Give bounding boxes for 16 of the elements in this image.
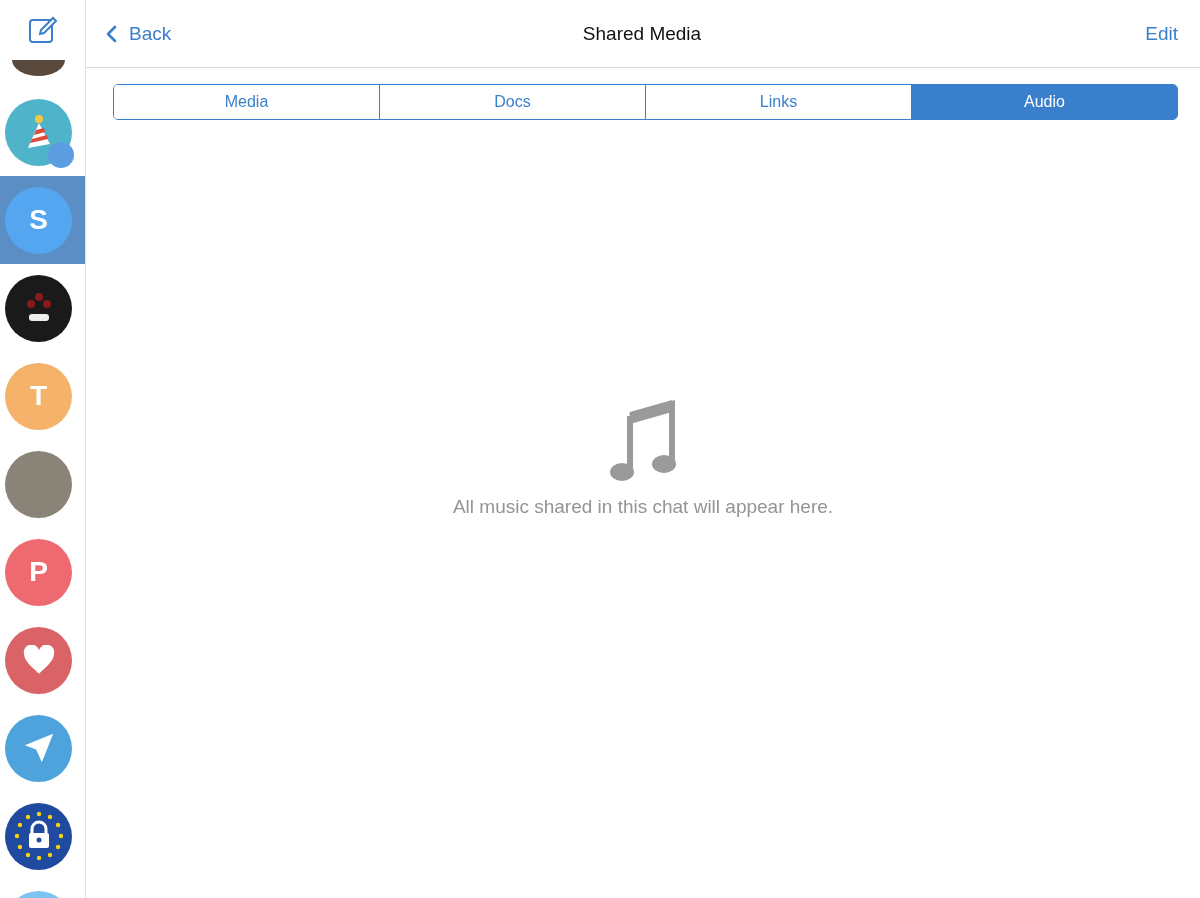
chevron-left-icon bbox=[106, 24, 117, 43]
back-button[interactable]: Back bbox=[106, 22, 172, 45]
chat-item[interactable]: S bbox=[0, 176, 85, 264]
empty-state-message: All music shared in this chat will appear here. bbox=[452, 496, 834, 518]
chat-item[interactable]: P bbox=[0, 528, 85, 616]
avatar: T bbox=[5, 362, 72, 430]
avatar: P bbox=[5, 538, 72, 606]
segment-tab[interactable]: Audio bbox=[911, 85, 1177, 119]
music-note-icon bbox=[610, 400, 676, 482]
edit-button[interactable]: Edit bbox=[1145, 22, 1178, 45]
page-title: Shared Media bbox=[582, 22, 702, 45]
photo-placeholder bbox=[12, 60, 65, 76]
avatar: S bbox=[5, 186, 72, 254]
status-dot bbox=[48, 141, 74, 168]
heart-icon bbox=[21, 645, 56, 675]
compose-icon[interactable] bbox=[27, 15, 58, 45]
